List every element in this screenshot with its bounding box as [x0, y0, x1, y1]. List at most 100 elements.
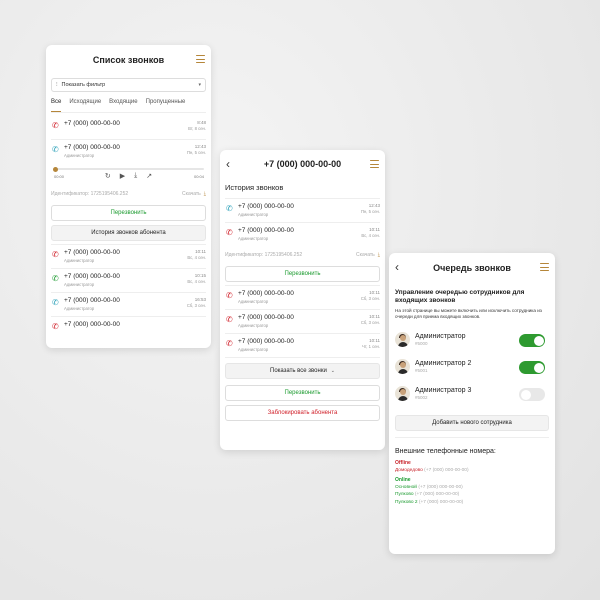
- call-time: 10:11: [195, 249, 206, 254]
- call-identifier: Идентификатор: 1725195406.252: [225, 252, 303, 258]
- external-number-item[interactable]: Пулково (+7 (000) 000-00-00): [395, 491, 549, 498]
- tab-incoming[interactable]: Входящие: [109, 99, 137, 112]
- employee-toggle[interactable]: [519, 388, 545, 401]
- external-number-name: Пулково 2: [395, 499, 418, 505]
- download-link[interactable]: Скачать ⤓: [182, 191, 206, 197]
- block-subscriber-button[interactable]: Заблокировать абонента: [225, 405, 380, 421]
- external-number-item[interactable]: Домодедово (+7 (000) 000-00-00): [395, 467, 549, 474]
- chevron-down-icon: ⌄: [330, 368, 335, 374]
- call-operator: Администратор: [238, 212, 269, 217]
- external-number-name: Пулково: [395, 492, 414, 498]
- external-number-name: Домодедово: [395, 468, 423, 473]
- show-all-label: Показать все звонки: [270, 368, 327, 374]
- incoming-call-icon: ✆: [52, 145, 59, 154]
- call-row[interactable]: ✆ +7 (000) 000-00-00 Администратор 16:53…: [51, 293, 206, 317]
- subscriber-history-button[interactable]: История звонков абонента: [51, 225, 206, 241]
- call-row[interactable]: ✆ +7 (000) 000-00-00 Администратор 10:11…: [225, 310, 380, 334]
- audio-duration: 00:04: [193, 174, 204, 179]
- download-icon[interactable]: ⤓: [134, 172, 137, 180]
- tab-missed[interactable]: Пропущенные: [146, 99, 186, 112]
- queue-description: На этой странице вы можете включить или …: [395, 308, 542, 319]
- external-numbers-title: Внешние телефонные номера:: [395, 448, 496, 455]
- share-icon[interactable]: ↗: [146, 172, 152, 180]
- employee-row: Администратор 2 #5001: [395, 355, 549, 382]
- call-row[interactable]: ✆ +7 (000) 000-00-00 Администратор 10:15…: [51, 269, 206, 293]
- call-date: Вт, 8 сен.: [188, 126, 206, 131]
- employee-toggle[interactable]: [519, 361, 545, 374]
- download-link[interactable]: Скачать ⤓: [356, 252, 380, 258]
- external-number-item[interactable]: Основной (+7 (000) 000-00-00): [395, 484, 549, 491]
- employee-toggle[interactable]: [519, 334, 545, 347]
- callback-button[interactable]: Перезвонить: [225, 385, 380, 401]
- menu-icon[interactable]: [370, 160, 379, 169]
- call-date: Сб, 3 сен.: [186, 303, 206, 308]
- tab-all[interactable]: Все: [51, 99, 62, 112]
- call-row[interactable]: ✆ +7 (000) 000-00-00: [51, 317, 206, 341]
- call-number: +7 (000) 000-00-00: [238, 203, 294, 210]
- missed-call-icon: ✆: [226, 339, 233, 348]
- employee-name: Администратор 2: [415, 360, 472, 367]
- call-time: 12:43: [368, 203, 380, 208]
- call-row[interactable]: ✆ +7 (000) 000-00-00 8:48 Вт, 8 сен.: [51, 116, 206, 140]
- missed-call-icon: ✆: [226, 291, 233, 300]
- callback-button[interactable]: Перезвонить: [225, 266, 380, 282]
- header: Список звонков: [46, 45, 211, 75]
- call-number: +7 (000) 000-00-00: [238, 338, 294, 345]
- avatar: [395, 332, 410, 347]
- queue-heading: Управление очередью сотрудников для вход…: [395, 289, 525, 304]
- employee-id: #5000: [415, 341, 428, 346]
- audio-player: 00:00 ↻ ▶ ⤓ ↗ 00:04: [51, 164, 206, 186]
- external-number-value: (+7 (000) 000-00-00): [414, 492, 460, 498]
- call-number: +7 (000) 000-00-00: [238, 314, 294, 321]
- call-list-screen: Список звонков ⫶ Показать фильтр ▾ Все И…: [46, 45, 211, 348]
- call-number: +7 (000) 000-00-00: [64, 273, 120, 280]
- call-time: 8:48: [197, 120, 206, 125]
- missed-call-icon: ✆: [52, 250, 59, 259]
- tab-outgoing[interactable]: Исходящие: [69, 99, 101, 112]
- missed-call-icon: ✆: [52, 322, 59, 331]
- audio-progress-handle[interactable]: [53, 166, 58, 172]
- call-operator: Администратор: [238, 236, 269, 241]
- subscriber-screen: ‹ +7 (000) 000-00-00 История звонков ✆ +…: [220, 150, 385, 450]
- call-time: 12:43: [194, 144, 206, 149]
- call-date: Пн, 5 сен.: [360, 209, 380, 214]
- call-date: Пн, 5 сен.: [186, 150, 206, 155]
- call-row[interactable]: ✆ +7 (000) 000-00-00 Администратор 10:11…: [51, 245, 206, 269]
- call-number: +7 (000) 000-00-00: [64, 120, 120, 127]
- call-number: +7 (000) 000-00-00: [64, 144, 120, 151]
- missed-call-icon: ✆: [226, 315, 233, 324]
- audio-progress-track[interactable]: [53, 168, 204, 170]
- add-employee-button[interactable]: Добавить нового сотрудника: [395, 415, 549, 431]
- call-row[interactable]: ✆ +7 (000) 000-00-00 Администратор 12:43…: [225, 199, 380, 223]
- call-operator: Администратор: [64, 306, 95, 311]
- play-icon[interactable]: ▶: [120, 172, 125, 180]
- download-icon: ⤓: [203, 191, 206, 197]
- filter-label: Показать фильтр: [61, 82, 106, 88]
- avatar: [395, 359, 410, 374]
- missed-call-icon: ✆: [52, 121, 59, 130]
- header: ‹ Очередь звонков: [389, 253, 555, 283]
- menu-icon[interactable]: [196, 55, 205, 64]
- call-row[interactable]: ✆ +7 (000) 000-00-00 Администратор 10:11…: [225, 334, 380, 358]
- back-arrow-icon[interactable]: ‹: [226, 157, 230, 171]
- external-number-item[interactable]: Пулково 2 (+7 (000) 000-00-00): [395, 499, 549, 506]
- call-row-expanded[interactable]: ✆ +7 (000) 000-00-00 Администратор 12:43…: [51, 140, 206, 164]
- tabs: Все Исходящие Входящие Пропущенные: [51, 99, 206, 113]
- external-number-name: Основной: [395, 485, 417, 491]
- online-label: Online: [395, 477, 411, 484]
- back-arrow-icon[interactable]: ‹: [395, 260, 399, 274]
- page-title: Список звонков: [92, 55, 165, 65]
- call-row-expanded[interactable]: ✆ +7 (000) 000-00-00 Администратор 10:11…: [225, 223, 380, 247]
- call-time: 10:11: [369, 227, 380, 232]
- missed-call-icon: ✆: [226, 228, 233, 237]
- show-all-calls-button[interactable]: Показать все звонки ⌄: [225, 363, 380, 379]
- download-icon: ⤓: [377, 252, 380, 258]
- call-operator: Администратор: [238, 323, 269, 328]
- audio-controls: ↻ ▶ ⤓ ↗: [105, 172, 152, 180]
- callback-button[interactable]: Перезвонить: [51, 205, 206, 221]
- identifier-line: Идентификатор: 1725195406.252 Скачать ⤓: [225, 252, 380, 262]
- call-row[interactable]: ✆ +7 (000) 000-00-00 Администратор 10:11…: [225, 286, 380, 310]
- filter-dropdown[interactable]: ⫶ Показать фильтр ▾: [51, 78, 206, 92]
- menu-icon[interactable]: [540, 263, 549, 272]
- replay-icon[interactable]: ↻: [105, 172, 111, 180]
